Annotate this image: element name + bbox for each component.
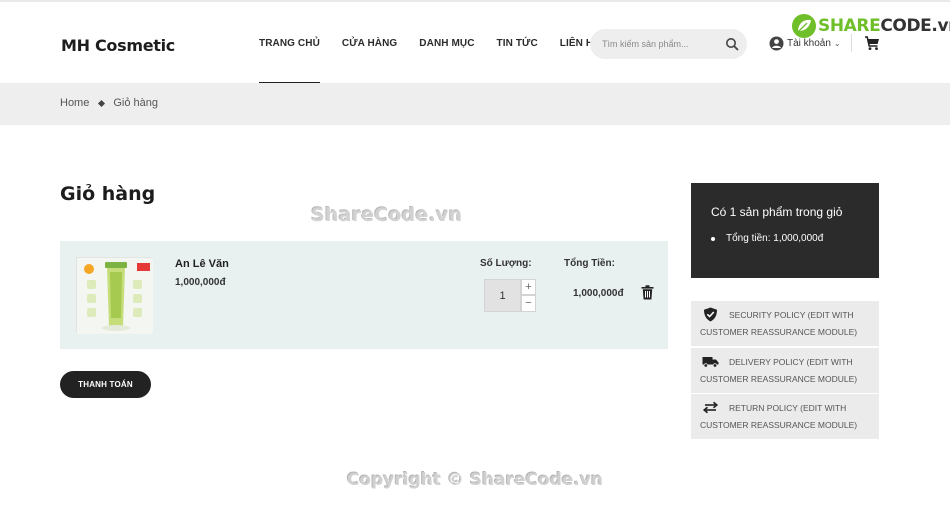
quantity-stepper: 1 + − bbox=[484, 279, 537, 312]
breadcrumb: Home Giỏ hàng bbox=[60, 97, 158, 109]
breadcrumb-separator-icon bbox=[98, 99, 106, 107]
cart-summary: Có 1 sản phẩm trong giỏ Tổng tiền: 1,000… bbox=[691, 183, 879, 278]
quantity-increase-button[interactable]: + bbox=[521, 279, 536, 295]
copyright-watermark: Copyright © ShareCode.vn bbox=[346, 470, 604, 490]
line-total: 1,000,000đ bbox=[573, 288, 624, 299]
account-label: Tài khoản bbox=[787, 38, 831, 49]
bullet-icon bbox=[711, 236, 715, 241]
center-watermark: ShareCode.vn bbox=[311, 204, 463, 226]
watermark-brand-suffix: CODE.vn bbox=[880, 16, 950, 36]
nav-item-shop[interactable]: CỬA HÀNG bbox=[342, 2, 397, 85]
cart-total: Tổng tiền: 1,000,000đ bbox=[711, 233, 823, 244]
breadcrumb-bar: Home Giỏ hàng bbox=[0, 83, 950, 125]
checkout-button[interactable]: THANH TOÁN bbox=[60, 371, 151, 398]
search-box bbox=[590, 29, 747, 59]
user-icon bbox=[769, 36, 784, 51]
reassurance-line1: DELIVERY POLICY (EDIT WITH bbox=[729, 357, 853, 367]
return-arrows-icon bbox=[702, 401, 719, 414]
watermark-brand-prefix: SHARE bbox=[818, 16, 881, 36]
cart-count-text: Có 1 sản phẩm trong giỏ bbox=[711, 205, 843, 219]
product-thumbnail[interactable] bbox=[76, 257, 153, 334]
product-price: 1,000,000đ bbox=[175, 277, 226, 288]
quantity-input[interactable]: 1 bbox=[484, 279, 521, 312]
site-header: MH Cosmetic TRANG CHỦ CỬA HÀNG DANH MỤC … bbox=[0, 0, 950, 85]
search-icon[interactable] bbox=[725, 37, 739, 51]
truck-icon bbox=[702, 357, 719, 368]
main-nav: TRANG CHỦ CỬA HÀNG DANH MỤC TIN TỨC LIÊN… bbox=[259, 2, 622, 85]
breadcrumb-home[interactable]: Home bbox=[60, 97, 89, 109]
reassurance-line2: CUSTOMER REASSURANCE MODULE) bbox=[700, 420, 858, 430]
cart-total-text: Tổng tiền: 1,000,000đ bbox=[726, 233, 824, 244]
trash-icon[interactable] bbox=[641, 285, 654, 300]
quantity-decrease-button[interactable]: − bbox=[521, 295, 536, 312]
page-title: Giỏ hàng bbox=[60, 183, 156, 205]
product-name[interactable]: An Lê Văn bbox=[175, 258, 229, 270]
reassurance-security: SECURITY POLICY (EDIT WITH CUSTOMER REAS… bbox=[691, 301, 879, 346]
header-divider bbox=[851, 34, 852, 52]
cart-item-row: An Lê Văn 1,000,000đ Số Lượng: Tổng Tiền… bbox=[60, 241, 668, 349]
reassurance-line1: RETURN POLICY (EDIT WITH bbox=[729, 403, 847, 413]
quantity-label: Số Lượng: bbox=[480, 258, 532, 269]
nav-item-categories[interactable]: DANH MỤC bbox=[419, 2, 474, 85]
search-input[interactable] bbox=[602, 29, 720, 59]
nav-item-news[interactable]: TIN TỨC bbox=[497, 2, 538, 85]
reassurance-line2: CUSTOMER REASSURANCE MODULE) bbox=[700, 374, 858, 384]
account-menu[interactable]: Tài khoản ⌄ bbox=[769, 36, 841, 51]
product-image-icon bbox=[77, 258, 153, 334]
site-logo[interactable]: MH Cosmetic bbox=[61, 36, 175, 55]
reassurance-line2: CUSTOMER REASSURANCE MODULE) bbox=[700, 327, 858, 337]
chevron-down-icon: ⌄ bbox=[833, 39, 841, 48]
nav-item-home[interactable]: TRANG CHỦ bbox=[259, 2, 320, 85]
reassurance-return: RETURN POLICY (EDIT WITH CUSTOMER REASSU… bbox=[691, 394, 879, 439]
reassurance-line1: SECURITY POLICY (EDIT WITH bbox=[729, 310, 854, 320]
breadcrumb-current: Giỏ hàng bbox=[113, 97, 158, 109]
reassurance-delivery: DELIVERY POLICY (EDIT WITH CUSTOMER REAS… bbox=[691, 348, 879, 393]
shield-check-icon bbox=[704, 307, 717, 322]
cart-icon[interactable] bbox=[864, 35, 880, 51]
total-label: Tổng Tiền: bbox=[564, 258, 615, 269]
